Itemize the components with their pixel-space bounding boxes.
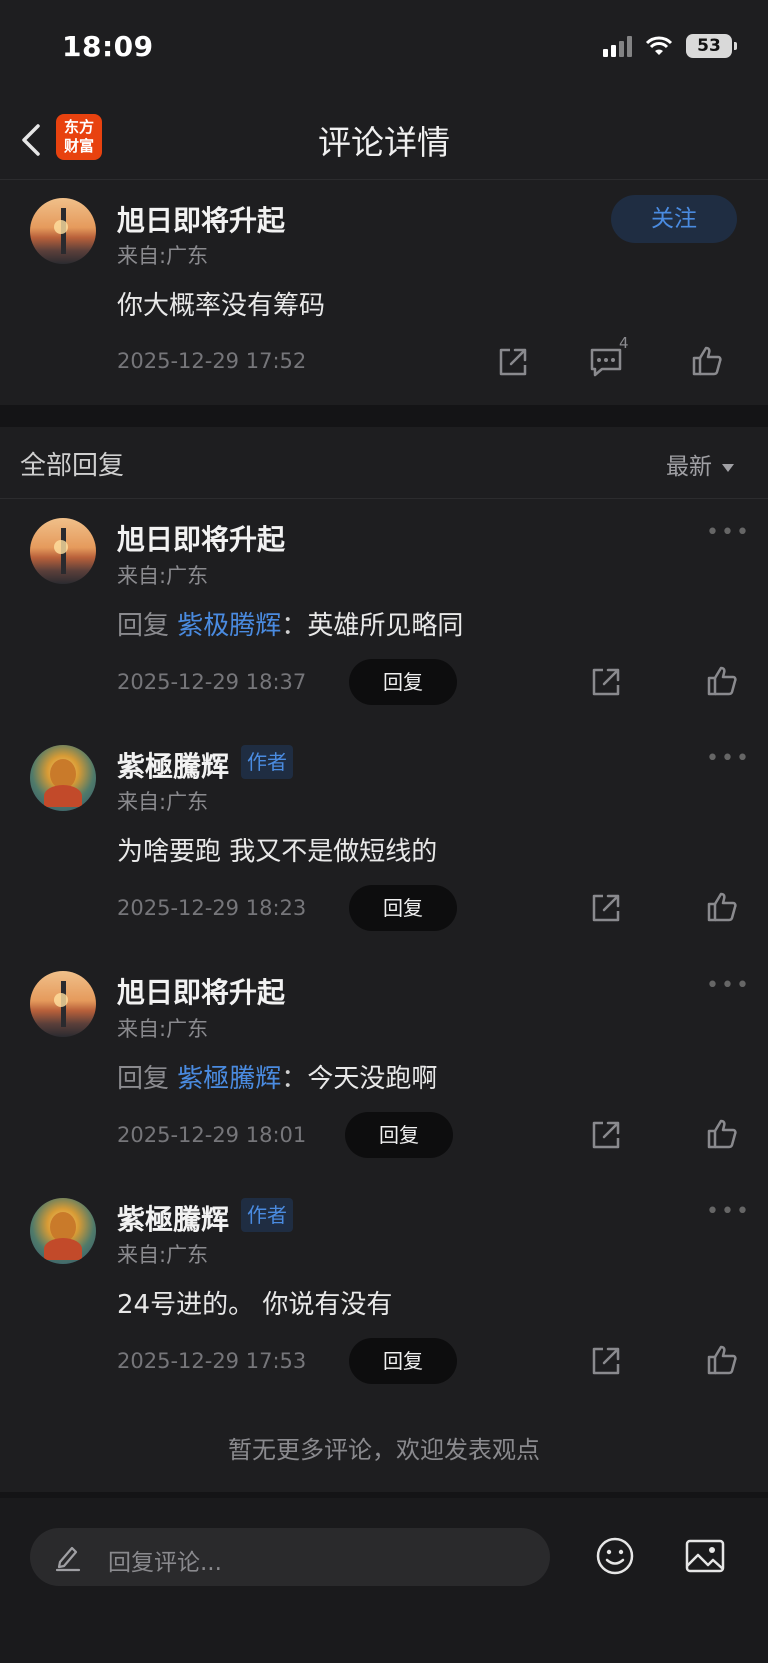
reply-prefix: 回复: [117, 1064, 170, 1094]
like-icon[interactable]: [705, 1343, 739, 1377]
like-icon[interactable]: [705, 1117, 739, 1151]
reply-time: 2025-12-29 18:01: [117, 1123, 307, 1147]
more-options-icon[interactable]: •••: [706, 520, 751, 545]
location-source: 来自:广东: [117, 1017, 209, 1041]
reply-text: 24号进的。 你说有没有: [117, 1290, 393, 1320]
pencil-icon: [55, 1546, 81, 1572]
follow-button[interactable]: 关注: [611, 195, 737, 243]
like-icon[interactable]: [705, 664, 739, 698]
share-icon[interactable]: [589, 891, 623, 925]
reply-time: 2025-12-29 18:37: [117, 670, 307, 694]
avatar[interactable]: [30, 971, 96, 1037]
reply-time: 2025-12-29 17:53: [117, 1349, 307, 1373]
avatar[interactable]: [30, 1198, 96, 1264]
location-source: 来自:广东: [117, 1243, 209, 1267]
like-icon[interactable]: [690, 344, 724, 378]
sort-label: 最新: [666, 454, 712, 480]
page-title: 评论详情: [318, 123, 450, 162]
status-bar: 18:09 53: [0, 0, 768, 100]
wifi-icon: [645, 36, 673, 55]
like-icon[interactable]: [705, 890, 739, 924]
reply-input-placeholder: 回复评论...: [108, 1550, 222, 1576]
mention-link[interactable]: 紫极腾辉: [177, 611, 281, 641]
reply-text: 为啥要跑 我又不是做短线的: [117, 837, 438, 867]
replies-header: 全部回复 最新: [0, 427, 768, 499]
comment-text: 你大概率没有筹码: [117, 291, 326, 321]
image-icon[interactable]: [684, 1538, 726, 1574]
avatar[interactable]: [30, 198, 96, 264]
author-badge: 作者: [241, 745, 293, 779]
reply-prefix: 回复: [117, 611, 170, 641]
username[interactable]: 旭日即将升起: [117, 971, 285, 1011]
reply-button[interactable]: 回复: [349, 659, 457, 705]
share-icon[interactable]: [589, 1118, 623, 1152]
username[interactable]: 旭日即将升起: [117, 199, 285, 239]
cellular-signal-icon: [603, 35, 632, 57]
more-options-icon[interactable]: •••: [706, 746, 751, 771]
status-time: 18:09: [62, 30, 154, 63]
reply-colon: ：: [281, 1064, 308, 1094]
share-icon[interactable]: [589, 1344, 623, 1378]
reply-button[interactable]: 回复: [345, 1112, 453, 1158]
avatar[interactable]: [30, 745, 96, 811]
sort-dropdown[interactable]: 最新: [666, 447, 734, 481]
battery-icon: 53: [686, 34, 737, 58]
reply-text: 回复 紫极腾辉：英雄所见略同: [117, 605, 463, 642]
username[interactable]: 旭日即将升起: [117, 518, 285, 558]
nav-bar: 东方 财富 评论详情: [0, 100, 768, 180]
reply-content: 今天没跑啊: [307, 1064, 438, 1094]
mention-link[interactable]: 紫極騰辉: [177, 1064, 281, 1094]
author-badge: 作者: [241, 1198, 293, 1232]
more-options-icon[interactable]: •••: [706, 973, 751, 998]
reply-input[interactable]: 回复评论...: [30, 1528, 550, 1586]
emoji-icon[interactable]: [595, 1536, 635, 1576]
username[interactable]: 紫極騰辉: [117, 1198, 229, 1238]
comment-count: 4: [619, 334, 629, 352]
username[interactable]: 紫極騰辉: [117, 745, 229, 785]
reply-button[interactable]: 回复: [349, 1338, 457, 1384]
reply-time: 2025-12-29 18:23: [117, 896, 307, 920]
no-more-comments: 暂无更多评论，欢迎发表观点: [228, 1436, 540, 1464]
location-source: 来自:广东: [117, 790, 209, 814]
more-options-icon[interactable]: •••: [706, 1199, 751, 1224]
avatar[interactable]: [30, 518, 96, 584]
reply-content: 英雄所见略同: [307, 611, 464, 641]
caret-down-icon: [722, 463, 734, 472]
location-source: 来自:广东: [117, 244, 209, 268]
comment-time: 2025-12-29 17:52: [117, 349, 307, 373]
reply-button[interactable]: 回复: [349, 885, 457, 931]
status-icons: 53: [603, 34, 737, 58]
location-source: 来自:广东: [117, 564, 209, 588]
section-title: 全部回复: [20, 451, 125, 481]
bottom-input-bar: 回复评论...: [0, 1492, 768, 1663]
share-icon[interactable]: [496, 345, 530, 379]
section-divider: [0, 405, 768, 427]
share-icon[interactable]: [589, 665, 623, 699]
reply-colon: ：: [281, 611, 308, 641]
reply-text: 回复 紫極騰辉：今天没跑啊: [117, 1058, 437, 1095]
